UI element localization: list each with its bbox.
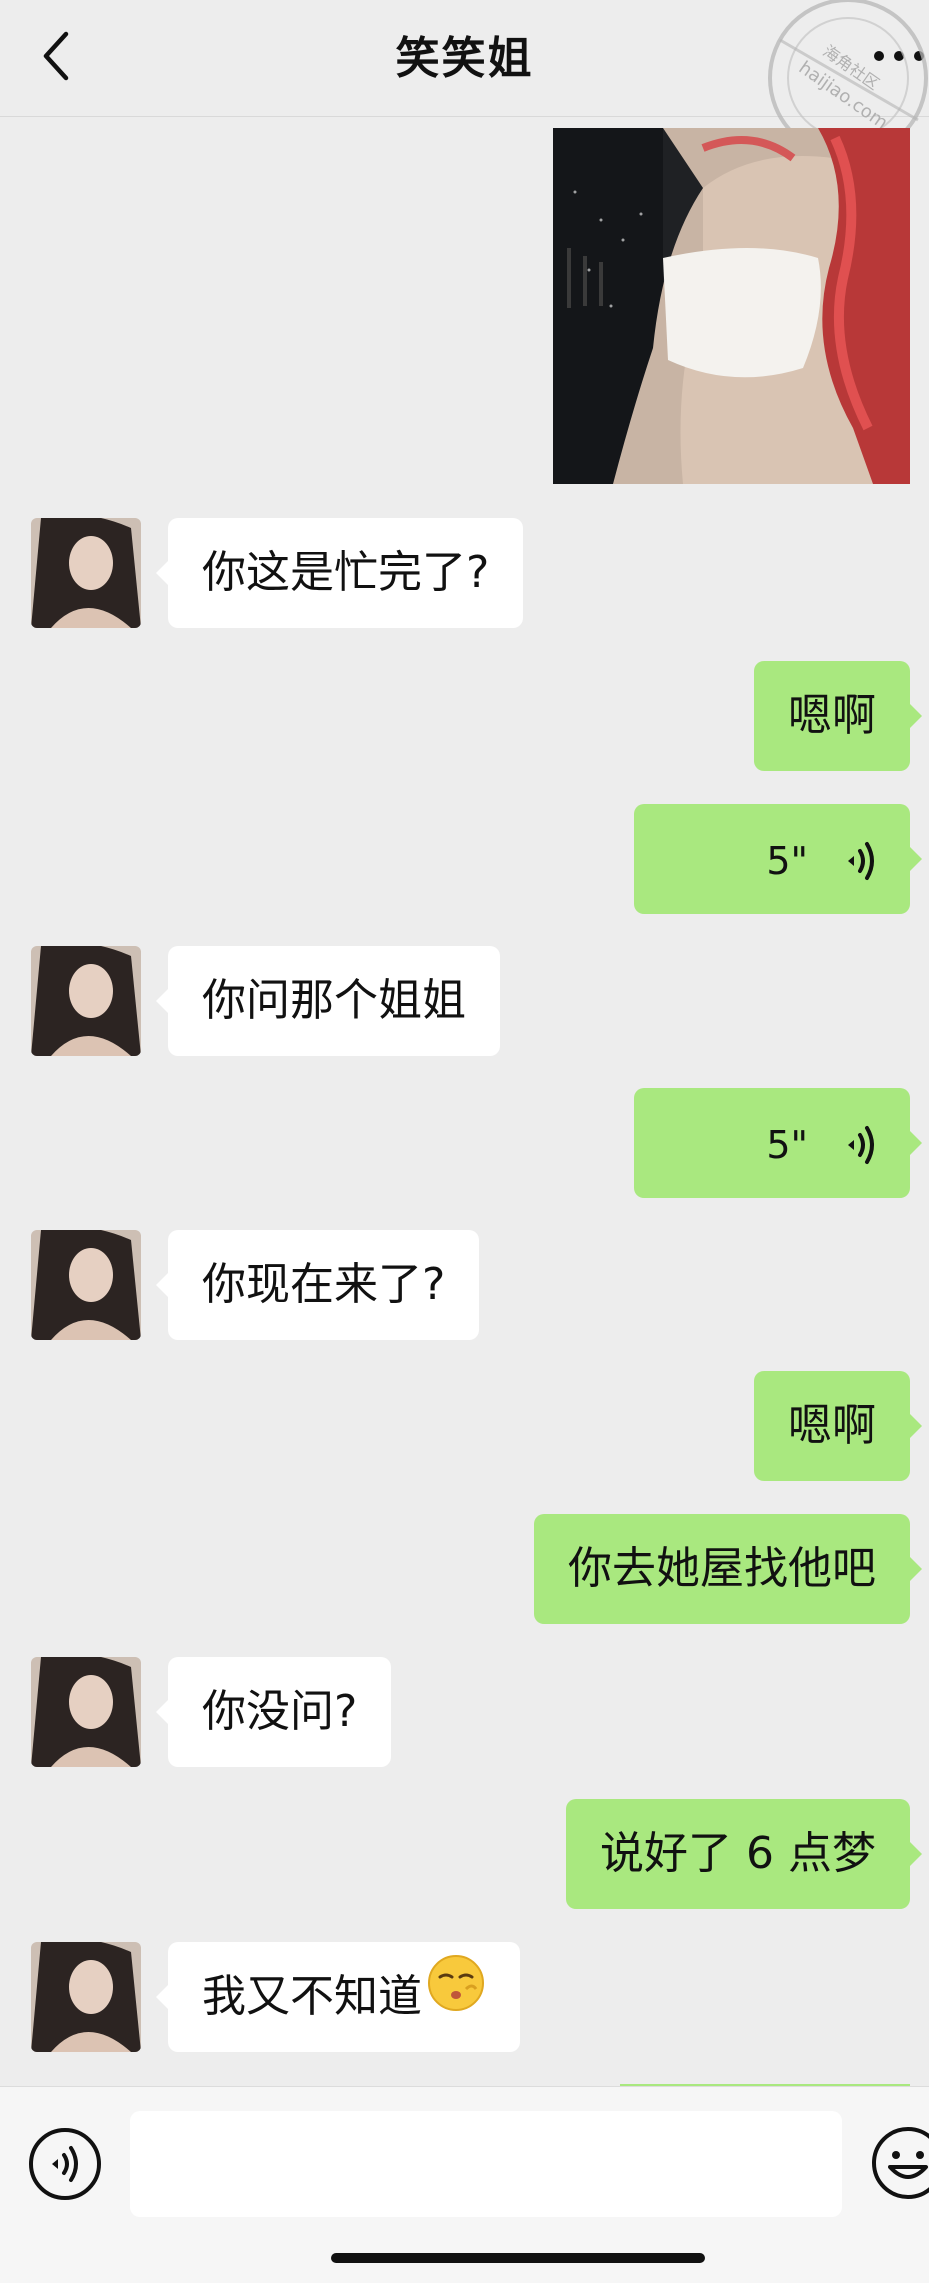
emoji-button[interactable]	[868, 2123, 929, 2203]
contact-avatar[interactable]	[31, 946, 141, 1056]
incoming-message[interactable]: 你这是忙完了?	[155, 518, 524, 628]
voice-wave-icon	[848, 1126, 874, 1164]
outgoing-voice-message[interactable]: 5"	[634, 1088, 922, 1198]
message-text: 说好了 6 点梦	[600, 1828, 876, 1879]
input-bar	[0, 2086, 929, 2283]
contact-avatar[interactable]	[31, 1230, 141, 1340]
message-text: 嗯啊	[788, 690, 876, 741]
emoji-icon	[872, 2127, 929, 2199]
message-list[interactable]: 你这是忙完了? 嗯啊 5" 你问那个姐姐 5" 你现在来了? 嗯啊 你去她屋找他…	[0, 116, 929, 2088]
contact-avatar[interactable]	[31, 1657, 141, 1767]
message-input[interactable]	[130, 2111, 842, 2217]
message-text: 你没问?	[202, 1686, 358, 1737]
outgoing-message[interactable]: 你去她屋找他吧	[534, 1514, 922, 1624]
incoming-message[interactable]: 你现在来了?	[155, 1230, 480, 1340]
outgoing-message[interactable]: 嗯啊	[754, 661, 922, 771]
outgoing-message[interactable]: 说好了 6 点梦	[566, 1799, 922, 1909]
shush-face-emoji	[426, 1944, 486, 2054]
message-text: 你现在来了?	[202, 1259, 446, 1310]
voice-input-button[interactable]	[28, 2127, 102, 2201]
voice-input-icon	[29, 2128, 101, 2200]
home-indicator	[331, 2253, 705, 2263]
message-text: 我又不知道	[202, 1971, 422, 2022]
message-text: 你问那个姐姐	[202, 975, 466, 1026]
contact-avatar[interactable]	[31, 518, 141, 628]
incoming-message[interactable]: 你问那个姐姐	[156, 946, 500, 1056]
voice-wave-icon	[848, 842, 874, 880]
message-text: 你去她屋找他吧	[568, 1543, 876, 1594]
outgoing-message[interactable]: 嗯啊	[754, 1371, 922, 1481]
message-text: 你这是忙完了?	[202, 547, 490, 598]
outgoing-voice-message[interactable]: 5"	[634, 804, 922, 914]
image-message[interactable]	[553, 128, 910, 484]
incoming-message[interactable]: 你没问?	[155, 1657, 392, 1767]
message-text: 嗯啊	[788, 1400, 876, 1451]
voice-duration: 5"	[766, 1123, 808, 1167]
incoming-message[interactable]: 我又不知道	[156, 1942, 520, 2054]
contact-avatar[interactable]	[31, 1942, 141, 2052]
voice-duration: 5"	[766, 839, 808, 883]
